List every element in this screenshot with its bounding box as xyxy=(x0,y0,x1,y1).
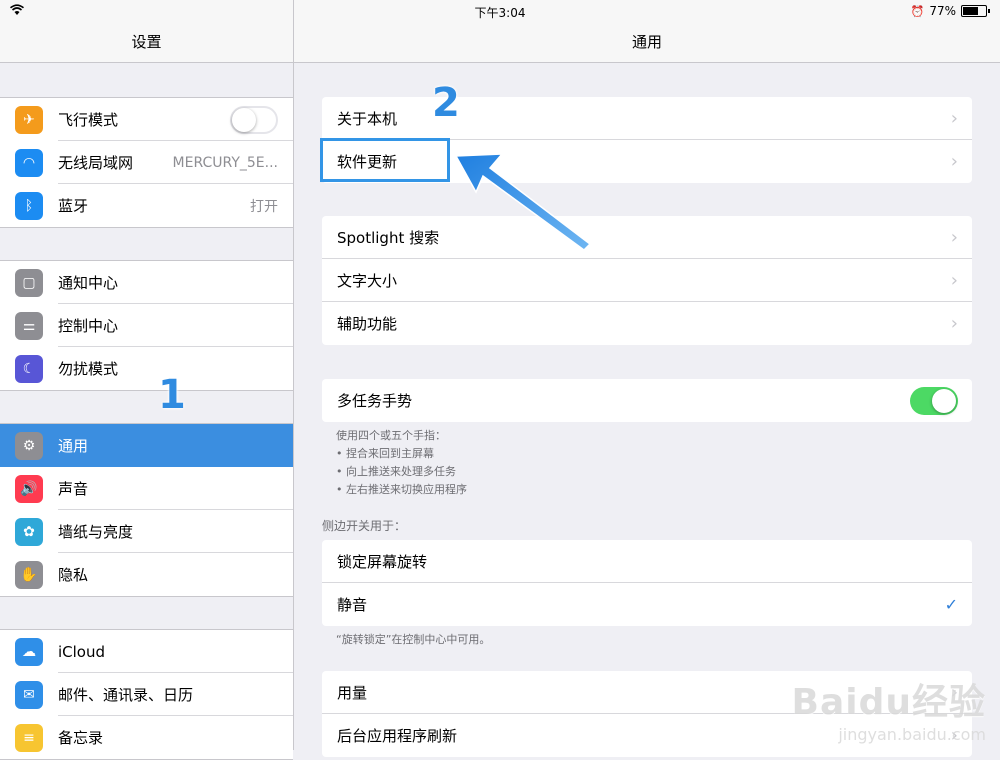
airplane-mode-toggle[interactable] xyxy=(230,105,278,134)
detail-title: 通用 xyxy=(631,33,662,51)
row-about[interactable]: 关于本机 › xyxy=(322,97,972,140)
row-about-label: 关于本机 xyxy=(337,110,398,128)
status-time: 下午3:04 xyxy=(474,6,526,20)
row-lock-rotation[interactable]: 锁定屏幕旋转 xyxy=(322,540,972,583)
multitask-footer: 使用四个或五个手指： • 捏合来回到主屏幕 • 向上推送来处理多任务 • 左右推… xyxy=(336,427,467,499)
sidebar-item-label: 声音 xyxy=(58,480,89,498)
chevron-right-icon: › xyxy=(950,270,958,291)
battery-icon xyxy=(961,5,987,17)
status-bar: 下午3:04 ⏰ 77% xyxy=(0,0,1000,22)
flower-icon: ✿ xyxy=(15,517,43,546)
row-accessibility[interactable]: 辅助功能 › xyxy=(322,302,972,345)
sidebar-item-label: 蓝牙 xyxy=(58,197,89,215)
sidebar-item[interactable]: ✉ 邮件、通讯录、日历 xyxy=(0,673,293,716)
chevron-right-icon: › xyxy=(950,227,958,248)
row-spotlight[interactable]: Spotlight 搜索 › xyxy=(322,216,972,259)
sidebar-item[interactable]: ⚙ 通用 xyxy=(0,424,293,467)
control-center-icon: ⚌ xyxy=(15,311,43,340)
row-multitask-label: 多任务手势 xyxy=(337,392,413,410)
chevron-right-icon: › xyxy=(950,313,958,334)
sidebar-item[interactable]: ✿ 墙纸与亮度 xyxy=(0,510,293,553)
highlight-box xyxy=(320,138,450,182)
row-accessibility-label: 辅助功能 xyxy=(337,315,398,333)
speaker-icon: 🔊 xyxy=(15,474,43,503)
row-text-size[interactable]: 文字大小 › xyxy=(322,259,972,302)
sidebar-item[interactable]: ☁ iCloud xyxy=(0,630,293,673)
sidebar-item[interactable]: ▢ 通知中心 xyxy=(0,261,293,304)
detail-navbar: 通用 xyxy=(294,22,1000,63)
row-text-size-label: 文字大小 xyxy=(337,272,398,290)
multitask-toggle[interactable] xyxy=(910,386,958,415)
sidebar-title: 设置 xyxy=(131,33,162,51)
sidebar-item-label: 控制中心 xyxy=(58,317,119,335)
step-number-1: 1 xyxy=(158,372,186,418)
chevron-right-icon: › xyxy=(950,151,958,172)
sidebar-item[interactable]: ✈ 飞行模式 xyxy=(0,98,293,141)
watermark-logo: Baidu经验 xyxy=(791,682,986,723)
alarm-icon: ⏰ xyxy=(910,4,925,18)
sidebar-item-value: MERCURY_5E... xyxy=(172,154,278,171)
split-divider xyxy=(293,0,294,750)
sidebar-item-label: 隐私 xyxy=(58,566,89,584)
sidebar-item[interactable]: 🔊 声音 xyxy=(0,467,293,510)
sidebar-item-label: 邮件、通讯录、日历 xyxy=(58,686,194,704)
sidebar-item-label: 飞行模式 xyxy=(58,111,119,129)
battery-percent: 77% xyxy=(929,4,956,18)
sidebar-group-system: ▢ 通知中心 ⚌ 控制中心 ☾ 勿扰模式 xyxy=(0,260,293,391)
sidebar-group-connectivity: ✈ 飞行模式 ◠ 无线局域网 MERCURY_5E... ᛒ 蓝牙 打开 xyxy=(0,97,293,228)
sidebar-item[interactable]: ☾ 勿扰模式 xyxy=(0,347,293,390)
side-switch-footer: “旋转锁定”在控制中心中可用。 xyxy=(336,633,491,646)
search-accessibility-group: Spotlight 搜索 › 文字大小 › 辅助功能 › xyxy=(322,216,972,345)
sidebar-item-label: 墙纸与亮度 xyxy=(58,523,134,541)
sidebar-item-label: 无线局域网 xyxy=(58,154,134,172)
watermark-url: jingyan.baidu.com xyxy=(838,725,986,744)
sidebar-item-label: 通用 xyxy=(58,437,89,455)
sidebar-group-accounts: ☁ iCloud ✉ 邮件、通讯录、日历 ≡ 备忘录 xyxy=(0,629,293,760)
footer-line: • 捏合来回到主屏幕 xyxy=(336,447,434,460)
wifi-icon: ◠ xyxy=(15,148,43,177)
footer-line: • 向上推送来处理多任务 xyxy=(336,465,456,478)
footer-line: 使用四个或五个手指： xyxy=(336,429,446,442)
settings-sidebar: ✈ 飞行模式 ◠ 无线局域网 MERCURY_5E... ᛒ 蓝牙 打开 ▢ 通知中心 ⚌ 控制中心… xyxy=(0,63,293,760)
notification-center-icon: ▢ xyxy=(15,268,43,297)
notes-icon: ≡ xyxy=(15,723,43,752)
hand-icon: ✋ xyxy=(15,560,43,589)
row-multitask-gestures: 多任务手势 xyxy=(322,379,972,422)
multitask-group: 多任务手势 xyxy=(322,379,972,422)
sidebar-item-value: 打开 xyxy=(250,198,278,215)
battery-tip xyxy=(988,9,990,13)
side-switch-group: 锁定屏幕旋转 静音 ✓ xyxy=(322,540,972,626)
sidebar-item-label: iCloud xyxy=(58,642,106,661)
row-mute[interactable]: 静音 ✓ xyxy=(322,583,972,626)
watermark: Baidu经验 jingyan.baidu.com xyxy=(792,673,986,744)
footer-line: • 左右推送来切换应用程序 xyxy=(336,483,467,496)
row-lock-rotation-label: 锁定屏幕旋转 xyxy=(337,553,428,571)
mail-icon: ✉ xyxy=(15,680,43,709)
cloud-icon: ☁ xyxy=(15,637,43,666)
bluetooth-icon: ᛒ xyxy=(15,191,43,220)
step-number-2: 2 xyxy=(432,80,460,126)
sidebar-group-general: ⚙ 通用 🔊 声音 ✿ 墙纸与亮度 ✋ 隐私 xyxy=(0,423,293,597)
sidebar-item[interactable]: ⚌ 控制中心 xyxy=(0,304,293,347)
row-mute-label: 静音 xyxy=(337,596,368,614)
sidebar-item[interactable]: ≡ 备忘录 xyxy=(0,716,293,759)
annotation-arrow-icon xyxy=(454,153,592,251)
chevron-right-icon: › xyxy=(950,108,958,129)
moon-icon: ☾ xyxy=(15,354,43,383)
sidebar-item[interactable]: ᛒ 蓝牙 打开 xyxy=(0,184,293,227)
airplane-icon: ✈ xyxy=(15,105,43,134)
sidebar-item-label: 通知中心 xyxy=(58,274,119,292)
sidebar-navbar: 设置 xyxy=(0,22,293,63)
side-switch-header: 侧边开关用于： xyxy=(322,519,407,533)
sidebar-item-label: 备忘录 xyxy=(58,729,104,747)
sidebar-item[interactable]: ◠ 无线局域网 MERCURY_5E... xyxy=(0,141,293,184)
row-spotlight-label: Spotlight 搜索 xyxy=(337,229,440,247)
gear-icon: ⚙ xyxy=(15,431,43,460)
checkmark-icon: ✓ xyxy=(944,595,958,614)
sidebar-item[interactable]: ✋ 隐私 xyxy=(0,553,293,596)
